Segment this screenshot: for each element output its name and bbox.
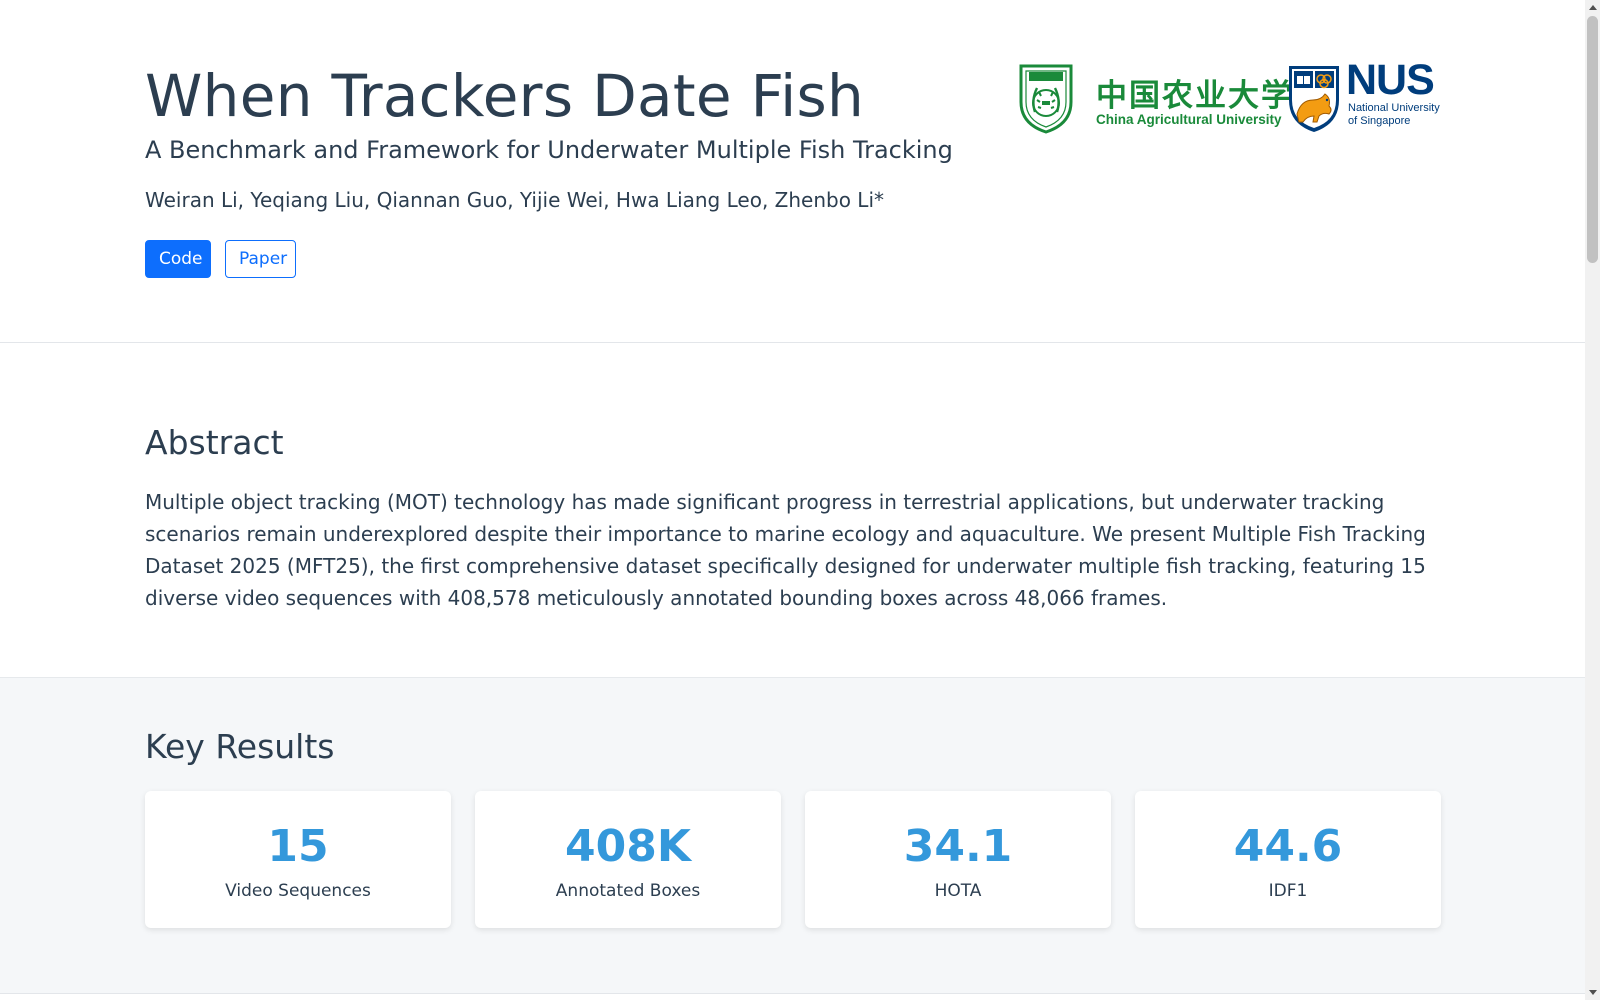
nus-name-line1: National University — [1348, 102, 1440, 114]
abstract-text: Multiple object tracking (MOT) technolog… — [145, 490, 1426, 610]
cau-chinese-name: 中国农业大学 — [1096, 78, 1294, 114]
result-card: 408K Annotated Boxes — [475, 791, 781, 928]
result-value: 408K — [565, 821, 691, 872]
page: When Trackers Date Fish A Benchmark and … — [0, 0, 1585, 1000]
vertical-scrollbar[interactable] — [1585, 0, 1600, 1000]
code-button[interactable]: Code — [145, 240, 211, 278]
result-value: 44.6 — [1233, 821, 1343, 872]
result-cards: 15 Video Sequences 408K Annotated Boxes … — [145, 791, 1441, 928]
result-card: 44.6 IDF1 — [1135, 791, 1441, 928]
result-label: HOTA — [934, 881, 982, 901]
result-label: Annotated Boxes — [555, 881, 701, 901]
authors-list: Weiran Li, Yeqiang Liu, Qiannan Guo, Yij… — [145, 188, 885, 212]
result-value: 34.1 — [903, 821, 1013, 872]
page-header: When Trackers Date Fish A Benchmark and … — [0, 0, 1585, 343]
result-card: 15 Video Sequences — [145, 791, 451, 928]
result-label: Video Sequences — [225, 881, 371, 901]
nus-wordmark: NUS — [1346, 56, 1435, 104]
abstract-section: Abstract Multiple object tracking (MOT) … — [0, 343, 1585, 677]
result-label: IDF1 — [1268, 881, 1308, 901]
abstract-heading: Abstract — [145, 423, 284, 462]
nus-full-name: National University of Singapore — [1348, 102, 1458, 128]
key-results-heading: Key Results — [145, 727, 335, 766]
cau-emblem-logo — [1019, 64, 1073, 134]
key-results-section: Key Results 15 Video Sequences 408K Anno… — [0, 677, 1585, 994]
logos: 中国农业大学 China Agricultural University NUS… — [1017, 56, 1445, 136]
scroll-down-arrow-icon[interactable] — [1589, 990, 1597, 995]
scroll-up-arrow-icon[interactable] — [1589, 5, 1597, 10]
result-card: 34.1 HOTA — [805, 791, 1111, 928]
scrollbar-thumb[interactable] — [1587, 16, 1598, 263]
paper-button[interactable]: Paper — [225, 240, 296, 278]
nus-name-line2: of Singapore — [1348, 115, 1411, 127]
page-title: When Trackers Date Fish — [145, 62, 865, 130]
nus-crest-logo — [1289, 66, 1339, 132]
cau-english-name: China Agricultural University — [1096, 112, 1282, 127]
page-subtitle: A Benchmark and Framework for Underwater… — [145, 136, 953, 164]
result-value: 15 — [267, 821, 329, 872]
